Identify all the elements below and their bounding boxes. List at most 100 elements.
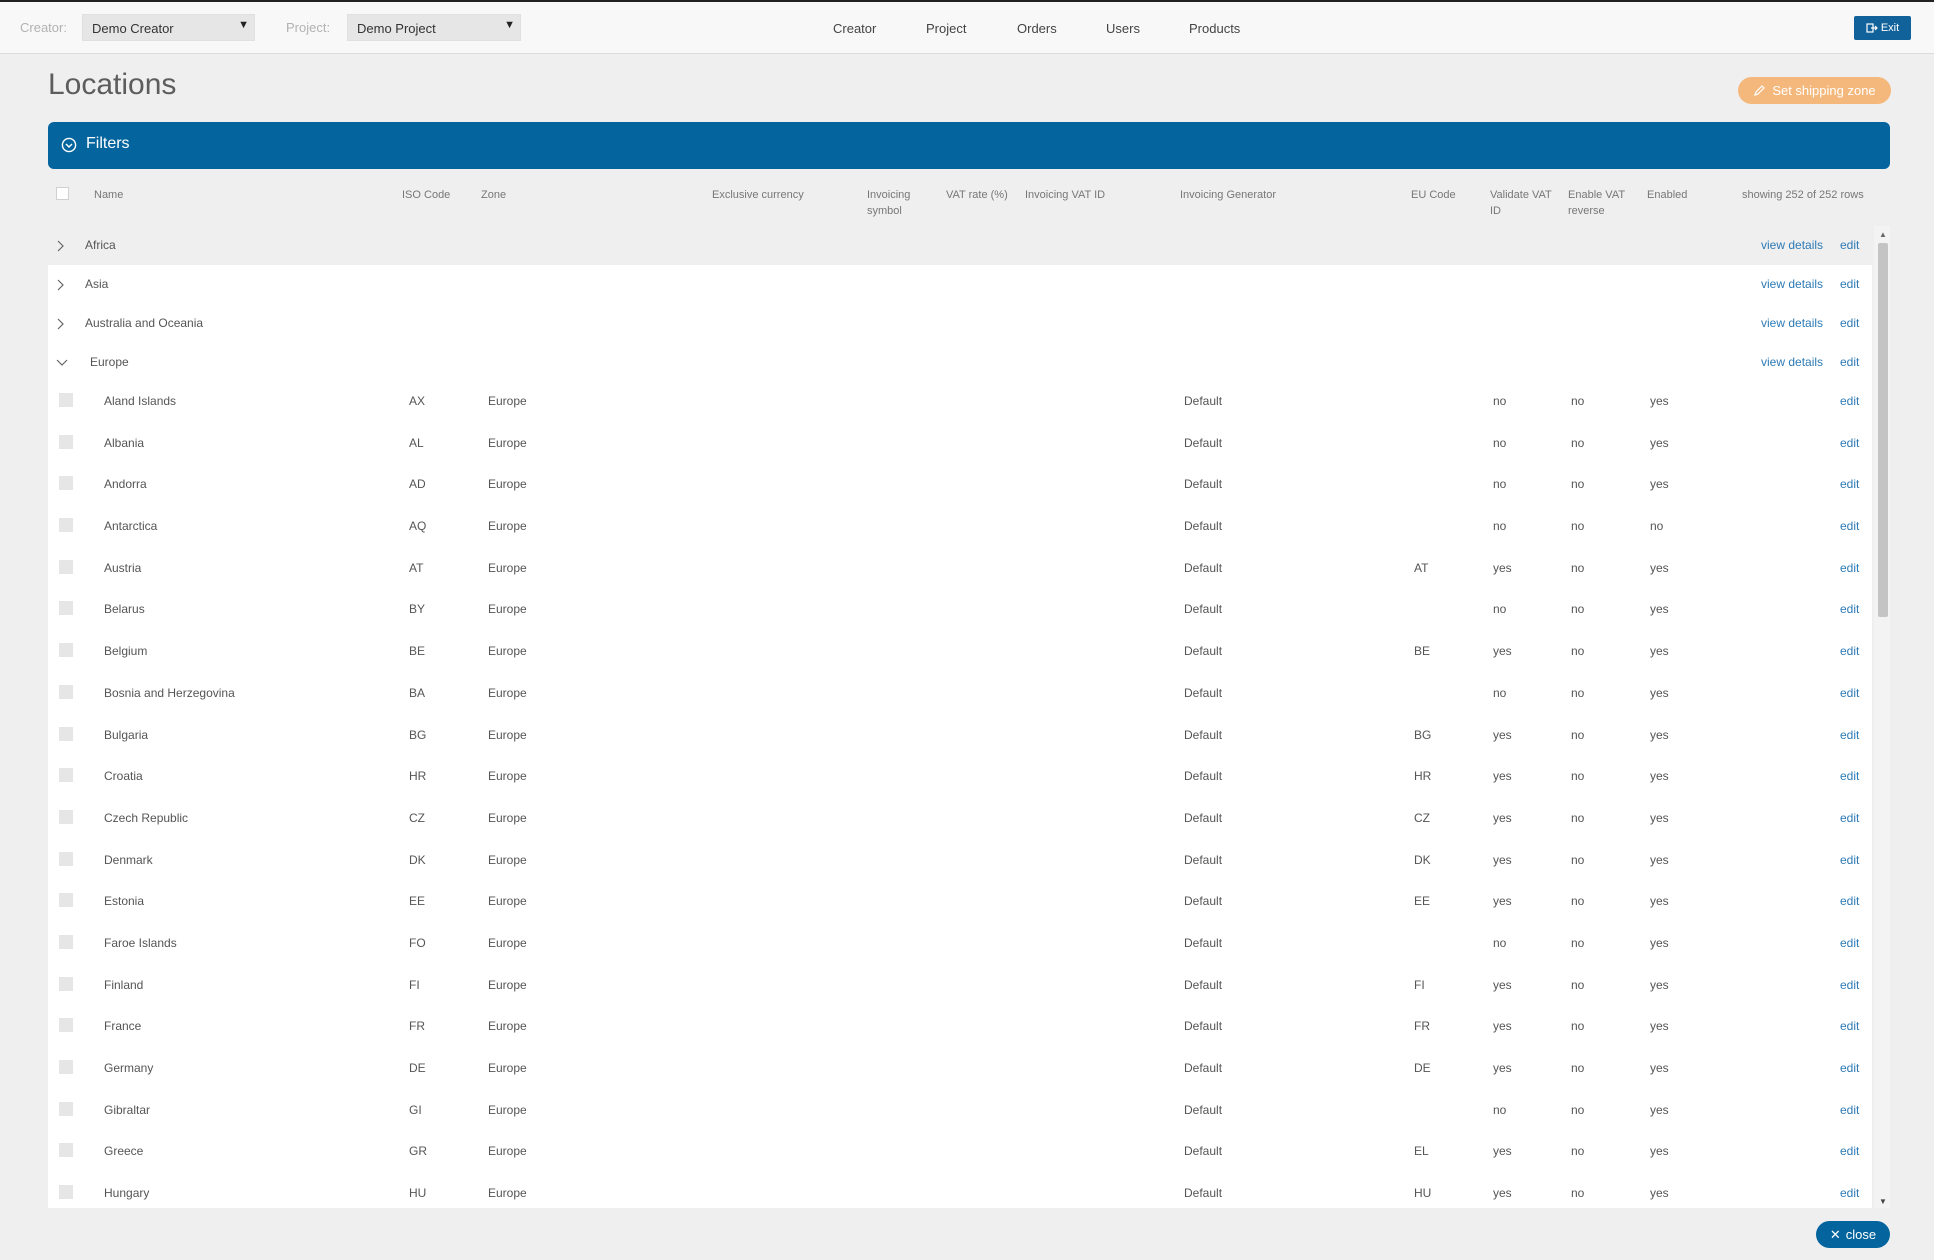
table-row[interactable]: Belgium BE Europe Default BE yes no yes edit — [48, 632, 1872, 674]
column-header-enable-vat-reverse[interactable]: Enable VAT reverse — [1568, 187, 1628, 219]
column-header-enabled[interactable]: Enabled — [1647, 187, 1687, 203]
nav-products[interactable]: Products — [1189, 21, 1240, 36]
chevron-right-icon[interactable] — [56, 318, 64, 330]
edit-link[interactable]: edit — [1840, 1186, 1859, 1200]
nav-creator[interactable]: Creator — [833, 21, 876, 36]
edit-link[interactable]: edit — [1840, 936, 1859, 950]
row-checkbox[interactable] — [59, 934, 73, 949]
edit-link[interactable]: edit — [1840, 894, 1859, 908]
table-row[interactable]: Croatia HR Europe Default HR yes no yes edit — [48, 757, 1872, 799]
edit-link[interactable]: edit — [1840, 394, 1859, 408]
table-row[interactable]: France FR Europe Default FR yes no yes edit — [48, 1007, 1872, 1049]
table-row[interactable]: Hungary HU Europe Default HU yes no yes edit — [48, 1174, 1872, 1208]
edit-link[interactable]: edit — [1840, 477, 1859, 491]
row-checkbox[interactable] — [59, 851, 73, 866]
group-row-europe[interactable]: Europe view details edit — [48, 343, 1872, 382]
row-checkbox[interactable] — [59, 726, 73, 741]
row-checkbox[interactable] — [59, 809, 73, 824]
row-checkbox[interactable] — [59, 893, 73, 908]
column-header-validate-vat-id[interactable]: Validate VAT ID — [1490, 187, 1554, 219]
edit-link[interactable]: edit — [1840, 728, 1859, 742]
nav-orders[interactable]: Orders — [1017, 21, 1057, 36]
row-checkbox[interactable] — [59, 643, 73, 658]
row-checkbox[interactable] — [59, 559, 73, 574]
table-row[interactable]: Bulgaria BG Europe Default BG yes no yes edit — [48, 716, 1872, 758]
table-row[interactable]: Denmark DK Europe Default DK yes no yes edit — [48, 841, 1872, 883]
table-row[interactable]: Germany DE Europe Default DE yes no yes edit — [48, 1049, 1872, 1091]
edit-link[interactable]: edit — [1840, 1144, 1859, 1158]
table-row[interactable]: Faroe Islands FO Europe Default no no yes edit — [48, 924, 1872, 966]
scrollbar-thumb[interactable] — [1878, 243, 1888, 617]
table-row[interactable]: Finland FI Europe Default FI yes no yes edit — [48, 966, 1872, 1008]
view-details-link[interactable]: view details — [1761, 277, 1823, 291]
view-details-link[interactable]: view details — [1761, 355, 1823, 369]
row-checkbox[interactable] — [59, 518, 73, 533]
column-header-name[interactable]: Name — [94, 187, 123, 203]
column-header-vat-rate[interactable]: VAT rate (%) — [946, 187, 1008, 203]
column-header-zone[interactable]: Zone — [481, 187, 506, 203]
edit-link[interactable]: edit — [1840, 602, 1859, 616]
row-checkbox[interactable] — [59, 1143, 73, 1158]
group-row-asia[interactable]: Asia view details edit — [48, 265, 1872, 304]
set-shipping-zone-button[interactable]: Set shipping zone — [1738, 77, 1891, 104]
row-checkbox[interactable] — [59, 768, 73, 783]
row-checkbox[interactable] — [59, 1018, 73, 1033]
filters-panel-toggle[interactable]: Filters — [48, 122, 1890, 169]
scroll-up-icon[interactable]: ▲ — [1879, 230, 1887, 239]
row-checkbox[interactable] — [59, 434, 73, 449]
column-header-invoicing-vat-id[interactable]: Invoicing VAT ID — [1025, 187, 1105, 203]
table-row[interactable]: Belarus BY Europe Default no no yes edit — [48, 590, 1872, 632]
chevron-right-icon[interactable] — [56, 279, 64, 291]
nav-project[interactable]: Project — [926, 21, 966, 36]
edit-link[interactable]: edit — [1840, 436, 1859, 450]
column-header-iso-code[interactable]: ISO Code — [402, 187, 450, 203]
group-row-australia-and-oceania[interactable]: Australia and Oceania view details edit — [48, 304, 1872, 343]
column-header-invoicing-symbol[interactable]: Invoicing symbol — [867, 187, 927, 219]
table-row[interactable]: Czech Republic CZ Europe Default CZ yes no yes e… — [48, 799, 1872, 841]
row-checkbox[interactable] — [59, 1101, 73, 1116]
view-details-link[interactable]: view details — [1761, 316, 1823, 330]
project-select[interactable]: Demo Project ▼ — [347, 14, 521, 41]
table-row[interactable]: Greece GR Europe Default EL yes no yes edit — [48, 1132, 1872, 1174]
edit-link[interactable]: edit — [1840, 686, 1859, 700]
edit-link[interactable]: edit — [1840, 853, 1859, 867]
edit-link[interactable]: edit — [1840, 1019, 1859, 1033]
row-checkbox[interactable] — [59, 601, 73, 616]
edit-link[interactable]: edit — [1840, 238, 1859, 252]
scroll-down-icon[interactable]: ▼ — [1879, 1197, 1887, 1206]
view-details-link[interactable]: view details — [1761, 238, 1823, 252]
row-checkbox[interactable] — [59, 684, 73, 699]
edit-link[interactable]: edit — [1840, 978, 1859, 992]
row-checkbox[interactable] — [59, 393, 73, 407]
table-row[interactable]: Bosnia and Herzegovina BA Europe Default no n… — [48, 674, 1872, 716]
table-row[interactable]: Austria AT Europe Default AT yes no yes edit — [48, 549, 1872, 591]
table-row[interactable]: Andorra AD Europe Default no no yes edit — [48, 465, 1872, 507]
column-header-invoicing-generator[interactable]: Invoicing Generator — [1180, 187, 1276, 203]
creator-select[interactable]: Demo Creator ▼ — [82, 14, 255, 41]
row-checkbox[interactable] — [59, 476, 73, 491]
table-row[interactable]: Estonia EE Europe Default EE yes no yes edit — [48, 882, 1872, 924]
edit-link[interactable]: edit — [1840, 355, 1859, 369]
close-button[interactable]: ✕ close — [1816, 1221, 1890, 1248]
edit-link[interactable]: edit — [1840, 277, 1859, 291]
edit-link[interactable]: edit — [1840, 644, 1859, 658]
row-checkbox[interactable] — [59, 1185, 73, 1200]
column-header-exclusive-currency[interactable]: Exclusive currency — [712, 187, 804, 203]
exit-button[interactable]: Exit — [1854, 16, 1911, 40]
row-checkbox[interactable] — [59, 976, 73, 991]
nav-users[interactable]: Users — [1106, 21, 1140, 36]
table-scrollbar[interactable]: ▲ ▼ — [1874, 226, 1890, 1208]
table-row[interactable]: Gibraltar GI Europe Default no no yes edit — [48, 1091, 1872, 1133]
edit-link[interactable]: edit — [1840, 316, 1859, 330]
table-row[interactable]: Antarctica AQ Europe Default no no no edit — [48, 507, 1872, 549]
table-row[interactable]: Albania AL Europe Default no no yes edit — [48, 424, 1872, 466]
table-row[interactable]: Aland Islands AX Europe Default no no yes edit — [48, 382, 1872, 424]
column-header-eu-code[interactable]: EU Code — [1411, 187, 1456, 203]
edit-link[interactable]: edit — [1840, 561, 1859, 575]
chevron-down-icon[interactable] — [56, 358, 68, 366]
edit-link[interactable]: edit — [1840, 519, 1859, 533]
row-checkbox[interactable] — [59, 1060, 73, 1074]
chevron-right-icon[interactable] — [56, 240, 64, 252]
edit-link[interactable]: edit — [1840, 811, 1859, 825]
group-row-africa[interactable]: Africa view details edit — [48, 226, 1872, 265]
